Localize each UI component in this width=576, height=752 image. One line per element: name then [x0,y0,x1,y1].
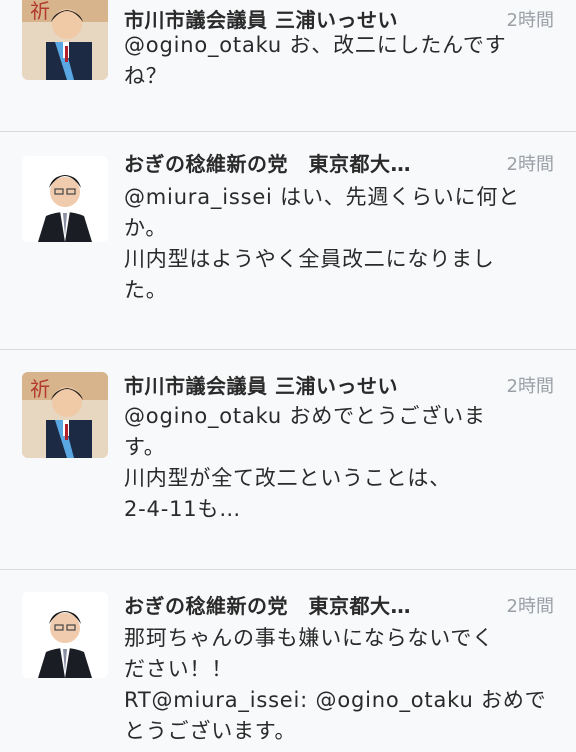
tweet-text-line: ださい！！ [124,657,233,681]
tweet-text-line: 川内型が全て改二ということは、 [124,466,451,490]
user-avatar-ogino[interactable] [22,592,108,678]
tweet-text-line: ね？ [124,64,168,88]
tweet-author-name[interactable]: 市川市議会議員 三浦いっせい [124,370,486,399]
tweet-text-line: @miura_issei はい、先週くらいに何と [124,185,520,209]
tweet-timestamp[interactable]: 2時間 [507,150,554,176]
tweet-text: 那珂ちゃんの事も嫌いにならないでく ださい！！ RT@miura_issei: … [124,623,556,747]
tweet-text-line: 那珂ちゃんの事も嫌いにならないでく [124,626,494,650]
tweet-timestamp[interactable]: 2時間 [507,372,554,398]
svg-text:祈: 祈 [30,377,50,401]
tweet-author-name[interactable]: おぎの稔維新の党 東京都大… [124,590,486,619]
tweet-text-line: RT@miura_issei: @ogino_otaku おめで [124,688,547,712]
tweet-author-name[interactable]: おぎの稔維新の党 東京都大… [124,148,486,177]
tweet-text-line: 2-4-11も… [124,497,241,521]
tweet-text-line: とうございます。 [124,719,297,743]
tweet-text-line: @ogino_otaku お、改二にしたんです [124,33,507,57]
avatar-photo-miura-icon: 祈 [22,0,108,80]
svg-text:祈: 祈 [30,0,50,23]
tweet-text: @miura_issei はい、先週くらいに何と か。 川内型はようやく全員改二… [124,182,556,306]
tweet-text-line: た。 [124,278,168,302]
tweet-text-line: か。 [124,216,168,240]
tweet-text-line: す。 [124,435,166,459]
tweet-text-line: 川内型はようやく全員改二になりまし [124,247,495,271]
avatar-photo-miura-icon: 祈 [22,372,108,458]
tweet-item[interactable]: 祈 市川市議会議員 三浦いっせい 2時間 @ogino_otaku おめでとうご… [0,350,576,570]
tweet-item[interactable]: おぎの稔維新の党 東京都大… 2時間 @miura_issei はい、先週くらい… [0,132,576,350]
tweet-text: @ogino_otaku お、改二にしたんです ね？ [124,30,556,92]
user-avatar-miura[interactable]: 祈 [22,0,108,80]
tweet-text-line: @ogino_otaku おめでとうございま [124,404,486,428]
user-avatar-ogino[interactable] [22,156,108,242]
avatar-photo-ogino-icon [22,592,108,678]
tweet-author-name[interactable]: 市川市議会議員 三浦いっせい [124,4,486,33]
tweet-item[interactable]: おぎの稔維新の党 東京都大… 2時間 那珂ちゃんの事も嫌いにならないでく ださい… [0,570,576,752]
tweet-text: @ogino_otaku おめでとうございま す。 川内型が全て改二ということは… [124,401,556,525]
tweet-timestamp[interactable]: 2時間 [507,592,554,618]
tweet-item[interactable]: 祈 市川市議会議員 三浦いっせい 2時間 @ogino_otaku お、改二にし… [0,0,576,132]
tweet-timeline[interactable]: 祈 市川市議会議員 三浦いっせい 2時間 @ogino_otaku お、改二にし… [0,0,576,752]
user-avatar-miura[interactable]: 祈 [22,372,108,458]
avatar-photo-ogino-icon [22,156,108,242]
tweet-timestamp[interactable]: 2時間 [507,6,554,32]
